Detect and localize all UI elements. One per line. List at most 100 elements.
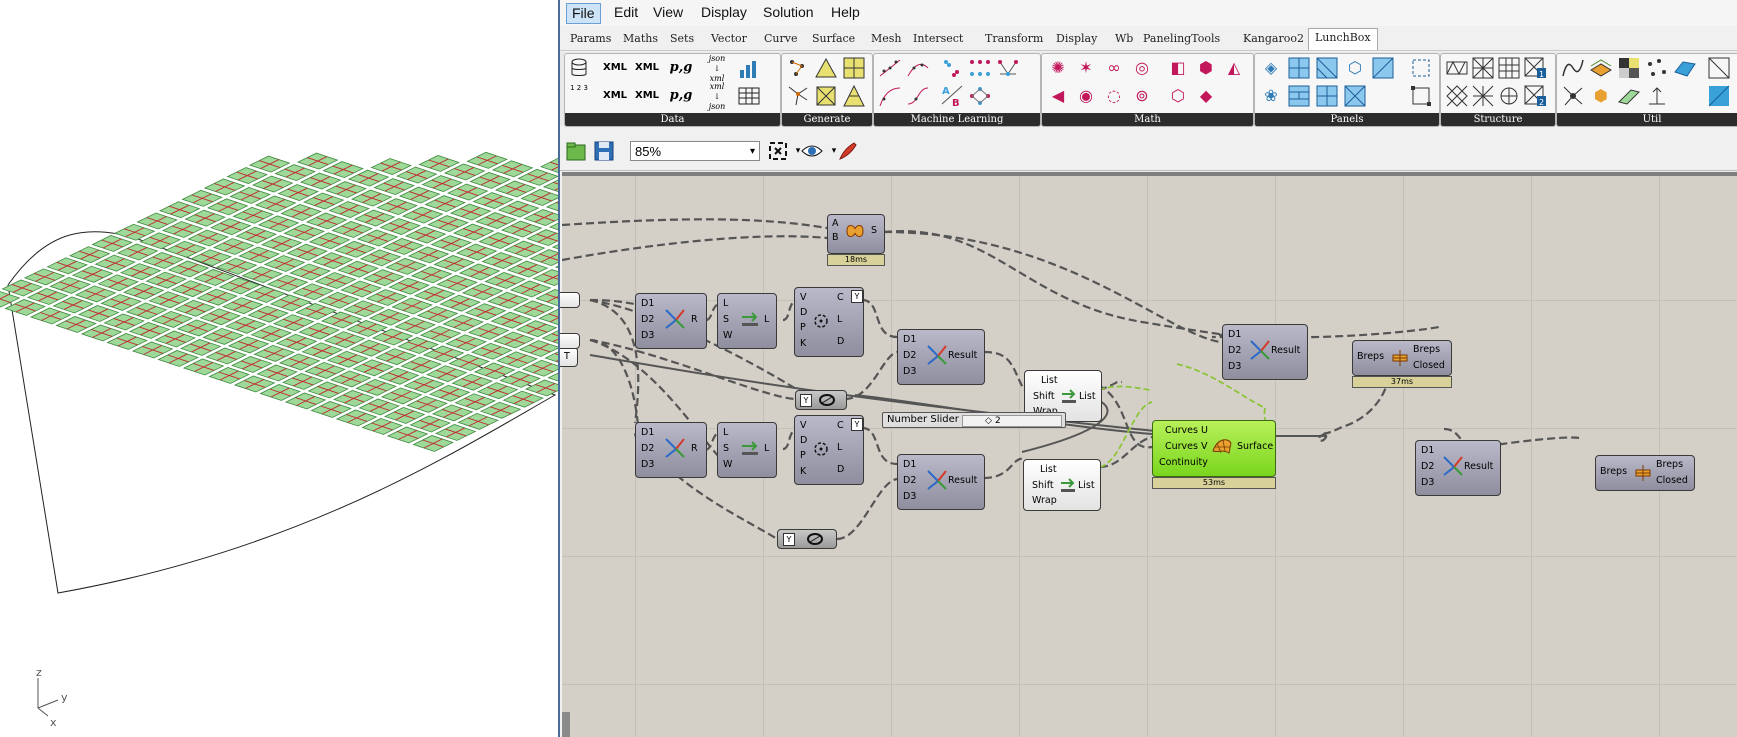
clustering-icon[interactable] xyxy=(940,56,964,80)
merge-result-component-4[interactable]: D1 D2 D3 Result xyxy=(1415,440,1501,496)
xml-write-icon[interactable]: XML xyxy=(603,56,627,80)
merge-component-top[interactable]: A B S xyxy=(827,214,885,254)
menu-solution[interactable]: Solution xyxy=(758,3,819,22)
truss-2-icon[interactable]: 2 xyxy=(1523,84,1547,108)
number-slider[interactable]: Number Slider ◇ 2 xyxy=(882,412,1066,428)
flatten-param-2[interactable]: Y xyxy=(777,529,837,549)
param-stub-1[interactable] xyxy=(560,292,580,308)
quad-panels-icon[interactable] xyxy=(1287,56,1311,80)
orient-util-icon[interactable] xyxy=(1645,84,1669,108)
menu-display[interactable]: Display xyxy=(696,3,752,22)
network-util-icon[interactable] xyxy=(1561,84,1585,108)
brick-panels-icon[interactable] xyxy=(1287,84,1311,108)
list-shift-component-2[interactable]: List Shift Wrap List xyxy=(1023,459,1101,511)
shift-list-component-2[interactable]: L S W L xyxy=(717,422,777,478)
tab-display[interactable]: Display xyxy=(1056,30,1097,48)
random-points-icon[interactable] xyxy=(786,56,810,80)
tab-maths[interactable]: Maths xyxy=(623,30,658,48)
xml-read-icon[interactable]: XML xyxy=(635,56,659,80)
shell-shape-icon[interactable]: ◉ xyxy=(1074,84,1098,108)
shift-list-component-1[interactable]: L S W L xyxy=(717,293,777,349)
json-to-xml-icon[interactable]: json ↓ xml xyxy=(705,54,729,83)
flatten-param-1[interactable]: Y xyxy=(795,390,847,410)
truss-icon[interactable] xyxy=(1445,56,1469,80)
box-frame-icon[interactable] xyxy=(1409,84,1433,108)
save-file-icon[interactable] xyxy=(592,139,616,163)
triangle-panels-icon[interactable] xyxy=(1371,56,1395,80)
diamond-panels-icon[interactable]: ◈ xyxy=(1259,56,1283,80)
xml-query-icon[interactable]: XML xyxy=(635,84,659,108)
logistic-regression-icon[interactable] xyxy=(906,84,930,108)
grid-panel-icon[interactable] xyxy=(842,56,866,80)
xml-tree-icon[interactable]: XML xyxy=(603,84,627,108)
tab-transform[interactable]: Transform xyxy=(985,30,1043,48)
classifier-icon[interactable]: AB xyxy=(940,84,964,109)
zoom-dropdown[interactable]: 85% ▾ xyxy=(630,141,760,161)
merge-result-component-1[interactable]: D1 D2 D3 Result xyxy=(897,329,985,385)
frame-panels-icon[interactable] xyxy=(1409,56,1433,80)
tab-kangaroo2[interactable]: Kangaroo2 xyxy=(1243,30,1304,48)
pg-write-icon[interactable]: p,g xyxy=(669,56,693,80)
canvas-scroll-handle[interactable] xyxy=(562,712,570,737)
scatter-util-icon[interactable] xyxy=(1645,56,1669,80)
layer-util-icon[interactable] xyxy=(1589,56,1613,80)
mobius-icon[interactable]: ◌ xyxy=(1102,84,1126,108)
merge-data-component-2[interactable]: D1 D2 D3 R xyxy=(635,422,707,478)
space-frame-icon[interactable] xyxy=(1471,56,1495,80)
number-columns-icon[interactable]: 1 2 3 xyxy=(567,84,591,108)
horn-shape-icon[interactable]: ◀ xyxy=(1046,84,1070,108)
dodecahedron-icon[interactable]: ⬡ xyxy=(1166,84,1190,108)
circle-panels-icon[interactable]: ❀ xyxy=(1259,84,1283,108)
hexagon-panels-icon[interactable]: ⬡ xyxy=(1343,56,1367,80)
xml-to-json-icon[interactable]: xml ↓ json xyxy=(705,82,729,111)
database-icon[interactable] xyxy=(567,56,591,80)
octahedron-icon[interactable]: ◆ xyxy=(1194,84,1218,108)
bar-chart-icon[interactable] xyxy=(737,56,761,80)
polynomial-regression-icon[interactable] xyxy=(906,56,930,80)
gear-shape-icon[interactable]: ✺ xyxy=(1046,56,1070,80)
menu-file[interactable]: File xyxy=(566,3,601,24)
cap-holes-component-1[interactable]: Breps Breps Closed xyxy=(1352,340,1452,376)
plane-util-icon[interactable] xyxy=(1617,84,1641,108)
tab-sets[interactable]: Sets xyxy=(670,30,694,48)
tab-wb[interactable]: Wb xyxy=(1115,30,1133,48)
cross-panels-icon[interactable] xyxy=(1343,84,1367,108)
tab-intersect[interactable]: Intersect xyxy=(913,30,963,48)
neural-layers-icon[interactable] xyxy=(968,84,992,108)
node-structure-icon[interactable] xyxy=(1497,84,1521,108)
cap-holes-component-2[interactable]: Breps Breps Closed xyxy=(1595,455,1695,491)
hex-util-icon[interactable]: ⬢ xyxy=(1589,84,1613,108)
grid-panels-icon[interactable] xyxy=(1315,84,1339,108)
tab-panelingtools[interactable]: PanelingTools xyxy=(1143,30,1220,48)
diamond-panel-icon[interactable] xyxy=(814,84,838,108)
spiral-shape-icon[interactable]: ◎ xyxy=(1130,56,1154,80)
closest-points-component-1[interactable]: V D P K C L D Y xyxy=(794,287,864,357)
knot-shape-icon[interactable]: ∞ xyxy=(1102,56,1126,80)
merge-result-component-3[interactable]: D1 D2 D3 Result xyxy=(1222,324,1308,380)
menu-edit[interactable]: Edit xyxy=(609,3,643,22)
polyhedron-icon[interactable]: ⬢ xyxy=(1194,56,1218,80)
number-slider-track[interactable]: ◇ 2 xyxy=(962,415,1062,427)
tab-surface[interactable]: Surface xyxy=(812,30,855,48)
linear-regression-icon[interactable] xyxy=(878,56,902,80)
pg-read-icon[interactable]: p,g xyxy=(669,84,693,108)
tab-lunchbox[interactable]: LunchBox xyxy=(1308,28,1378,50)
quad-panel-icon[interactable] xyxy=(842,84,866,108)
open-file-icon[interactable] xyxy=(564,139,588,163)
curve-util-icon[interactable] xyxy=(1561,56,1585,80)
stagger-panels-icon[interactable] xyxy=(1315,56,1339,80)
closest-points-component-2[interactable]: V D P K C L D Y xyxy=(794,415,864,485)
cube-icon[interactable]: ◧ xyxy=(1166,56,1190,80)
rhino-viewport[interactable]: z y x xyxy=(0,0,560,737)
sketch-pen-icon[interactable] xyxy=(836,139,860,163)
tab-mesh[interactable]: Mesh xyxy=(871,30,902,48)
truss-1-icon[interactable]: 1 xyxy=(1523,56,1547,80)
bounding-box-icon[interactable] xyxy=(1707,56,1731,80)
menu-view[interactable]: View xyxy=(648,3,688,22)
menu-help[interactable]: Help xyxy=(826,3,865,22)
param-stub-2[interactable] xyxy=(560,333,580,349)
surface-util-icon[interactable] xyxy=(1673,56,1697,80)
grasshopper-canvas[interactable]: T A B S 18ms D1 D2 D3 R L S W L V D P K … xyxy=(560,172,1737,737)
network-graph-icon[interactable] xyxy=(996,56,1020,80)
curve-fit-icon[interactable] xyxy=(878,84,902,108)
